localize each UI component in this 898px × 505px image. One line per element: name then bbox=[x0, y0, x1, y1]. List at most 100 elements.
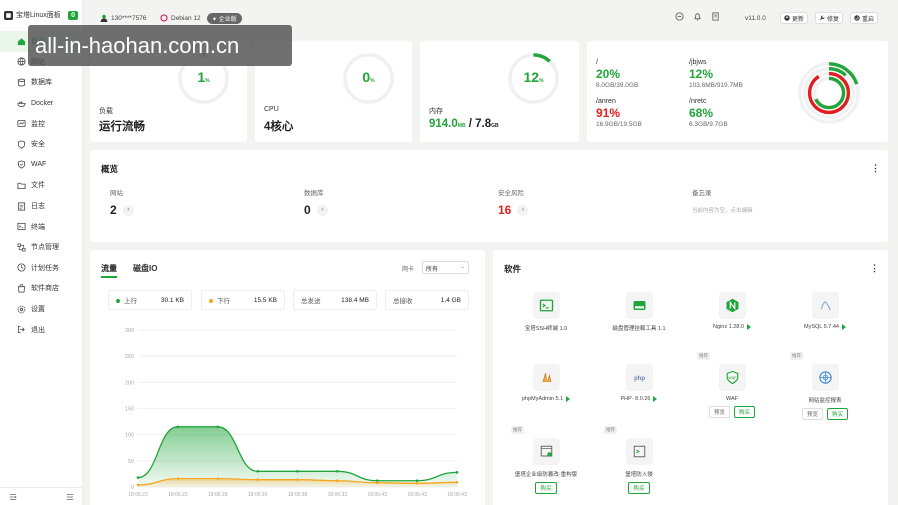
data-point bbox=[455, 471, 459, 474]
play-icon[interactable] bbox=[746, 324, 751, 330]
disk-percent: 20% bbox=[596, 67, 621, 81]
home-icon bbox=[17, 37, 26, 46]
traffic-chart[interactable]: 0 50 100 150 200 250 300 18:06:23 18:06:23 18:06:… bbox=[90, 320, 485, 505]
software-item[interactable]: MySQL 5.7.44 bbox=[780, 292, 870, 330]
software-item[interactable]: Nginx 1.28.0 bbox=[687, 292, 777, 330]
tab-disk-io[interactable]: 磁盘IO bbox=[133, 263, 157, 274]
data-point bbox=[216, 477, 220, 480]
mysql-icon[interactable] bbox=[811, 292, 839, 319]
chevron-right-icon[interactable]: › bbox=[517, 204, 529, 216]
globe-icon bbox=[17, 57, 26, 66]
software-item[interactable]: 推荐 堡塔防入侵 购买 bbox=[594, 426, 684, 494]
disk-path: /jbjws bbox=[689, 59, 707, 66]
sidebar-item-terminal[interactable]: 终端 bbox=[0, 216, 83, 237]
recommend-tag: 推荐 bbox=[790, 352, 803, 360]
notes-icon[interactable] bbox=[711, 12, 720, 21]
disk-rings-chart bbox=[798, 62, 860, 124]
x-tick-label: 18:06:38 bbox=[288, 492, 308, 498]
sidebar-item-label: 节点管理 bbox=[31, 244, 59, 252]
restart-button[interactable]: 重启 bbox=[850, 12, 879, 24]
tab-traffic[interactable]: 流量 bbox=[101, 263, 117, 278]
software-item[interactable]: 磁盘管理挂载工具 1.1 bbox=[594, 292, 684, 332]
overview-sites[interactable]: 网站 2 › bbox=[110, 187, 134, 217]
brand-badge[interactable]: 0 bbox=[68, 10, 78, 20]
sidebar-item-monitor[interactable]: 监控 bbox=[0, 113, 83, 134]
feedback-icon[interactable] bbox=[675, 12, 684, 21]
overview-more-icon[interactable]: ⋮ bbox=[871, 163, 880, 174]
play-icon[interactable] bbox=[653, 396, 658, 402]
update-button[interactable]: 更新 bbox=[780, 12, 809, 24]
nic-select[interactable]: 所有 ⌄ bbox=[422, 261, 469, 274]
buy-button[interactable]: 购买 bbox=[734, 406, 756, 418]
sidebar-item-node[interactable]: 节点管理 bbox=[0, 237, 83, 258]
software-item[interactable]: 推荐 堡塔企业级防篡改-重构版 购买 bbox=[501, 426, 591, 494]
data-point bbox=[296, 470, 299, 473]
intrusion-icon[interactable] bbox=[625, 438, 653, 465]
repair-label: 修复 bbox=[827, 16, 840, 23]
sidebar-item-database[interactable]: 数据库 bbox=[0, 72, 83, 93]
nginx-icon[interactable] bbox=[718, 292, 746, 319]
chevron-right-icon[interactable]: › bbox=[316, 204, 328, 216]
memo-placeholder[interactable]: 当前内容为空，点击编辑 bbox=[692, 206, 753, 214]
software-item[interactable]: phpMyAdmin 5.1 bbox=[501, 364, 591, 402]
recommend-tag: 推荐 bbox=[511, 426, 524, 434]
edition-badge[interactable]: ✦ 企业版 bbox=[207, 13, 242, 24]
play-icon[interactable] bbox=[566, 396, 571, 402]
sidebar-item-folder[interactable]: 文件 bbox=[0, 175, 83, 196]
sidebar-item-shield[interactable]: 安全 bbox=[0, 134, 83, 155]
preview-button[interactable]: 预览 bbox=[801, 408, 823, 420]
buy-button[interactable]: 购买 bbox=[827, 408, 849, 420]
software-item[interactable]: 推荐 网站监控报表 预览 购买 bbox=[780, 352, 870, 420]
memory-usage: 914.0MB / 7.8GB bbox=[429, 118, 499, 130]
menu-icon[interactable] bbox=[66, 493, 74, 501]
site-monitor-icon[interactable] bbox=[811, 364, 839, 391]
sidebar-item-label: 安全 bbox=[31, 141, 45, 149]
node-icon bbox=[17, 243, 26, 252]
sidebar-item-log[interactable]: 日志 bbox=[0, 196, 83, 217]
overview-memo[interactable]: 备忘录 当前内容为空，点击编辑 bbox=[692, 187, 753, 214]
overview-databases[interactable]: 数据库 0 › bbox=[304, 187, 328, 217]
sidebar-item-logout[interactable]: 退出 bbox=[0, 319, 83, 340]
ssh-terminal-icon[interactable] bbox=[532, 292, 560, 319]
collapse-icon[interactable] bbox=[9, 493, 17, 501]
sidebar-item-gear[interactable]: 设置 bbox=[0, 299, 83, 320]
disk-jbjws[interactable]: /jbjws 12% 103.6MB/919.7MB bbox=[689, 59, 779, 89]
play-icon[interactable] bbox=[841, 324, 846, 330]
bell-icon[interactable] bbox=[693, 12, 702, 21]
data-point bbox=[176, 425, 180, 429]
software-item[interactable]: 宝塔SSH终端 1.0 bbox=[501, 292, 591, 332]
software-name: PHP- 8.0.26 bbox=[620, 396, 651, 402]
preview-button[interactable]: 预览 bbox=[708, 406, 730, 418]
user-info[interactable]: 130****7576 bbox=[100, 14, 146, 22]
sidebar-item-clock[interactable]: 计划任务 bbox=[0, 258, 83, 279]
software-name: WAF bbox=[725, 396, 738, 402]
monitor-icon bbox=[17, 119, 26, 128]
sidebar-item-waf[interactable]: WAF bbox=[0, 155, 83, 176]
overview-security-risks[interactable]: 安全风险 16 › bbox=[498, 187, 529, 217]
buy-button[interactable]: 购买 bbox=[535, 482, 557, 494]
disk-mount-icon[interactable] bbox=[625, 292, 653, 319]
software-card: 软件 ⋮ 宝塔SSH终端 1.0 磁盘管理挂载工具 1.1 Nginx 1.28.0… bbox=[493, 250, 888, 505]
sidebar-item-store[interactable]: 软件商店 bbox=[0, 278, 83, 299]
memory-card[interactable]: 12% 内存 914.0MB / 7.8GB bbox=[420, 41, 579, 142]
software-more-icon[interactable]: ⋮ bbox=[870, 263, 879, 274]
y-tick-label: 200 bbox=[125, 380, 134, 386]
disk-root[interactable]: / 20% 8.0GB/39.0GB bbox=[596, 59, 686, 89]
repair-button[interactable]: 修复 bbox=[815, 12, 844, 24]
waf-shield-icon[interactable]: WAF bbox=[718, 364, 746, 391]
y-tick-label: 250 bbox=[125, 354, 134, 360]
disk-card[interactable]: / 20% 8.0GB/39.0GB /jbjws 12% 103.6MB/91… bbox=[587, 41, 888, 142]
php-icon[interactable]: php bbox=[625, 364, 653, 391]
buy-button[interactable]: 购买 bbox=[628, 482, 650, 494]
software-item[interactable]: 推荐 WAF WAF 预览 购买 bbox=[687, 352, 777, 418]
software-item[interactable]: php PHP- 8.0.26 bbox=[594, 364, 684, 402]
overview-value: 2 bbox=[110, 203, 117, 217]
tamper-icon[interactable] bbox=[532, 438, 560, 465]
chevron-right-icon[interactable]: › bbox=[122, 204, 134, 216]
data-point bbox=[256, 470, 259, 473]
phpmyadmin-icon[interactable] bbox=[532, 364, 560, 391]
disk-anren[interactable]: /anren 91% 16.9GB/19.5GB bbox=[596, 98, 686, 128]
disk-nretc[interactable]: /nretc 68% 6.3GB/9.7GB bbox=[689, 98, 779, 128]
sidebar-item-label: 数据库 bbox=[31, 79, 52, 87]
sidebar-item-docker[interactable]: Docker bbox=[0, 93, 83, 114]
